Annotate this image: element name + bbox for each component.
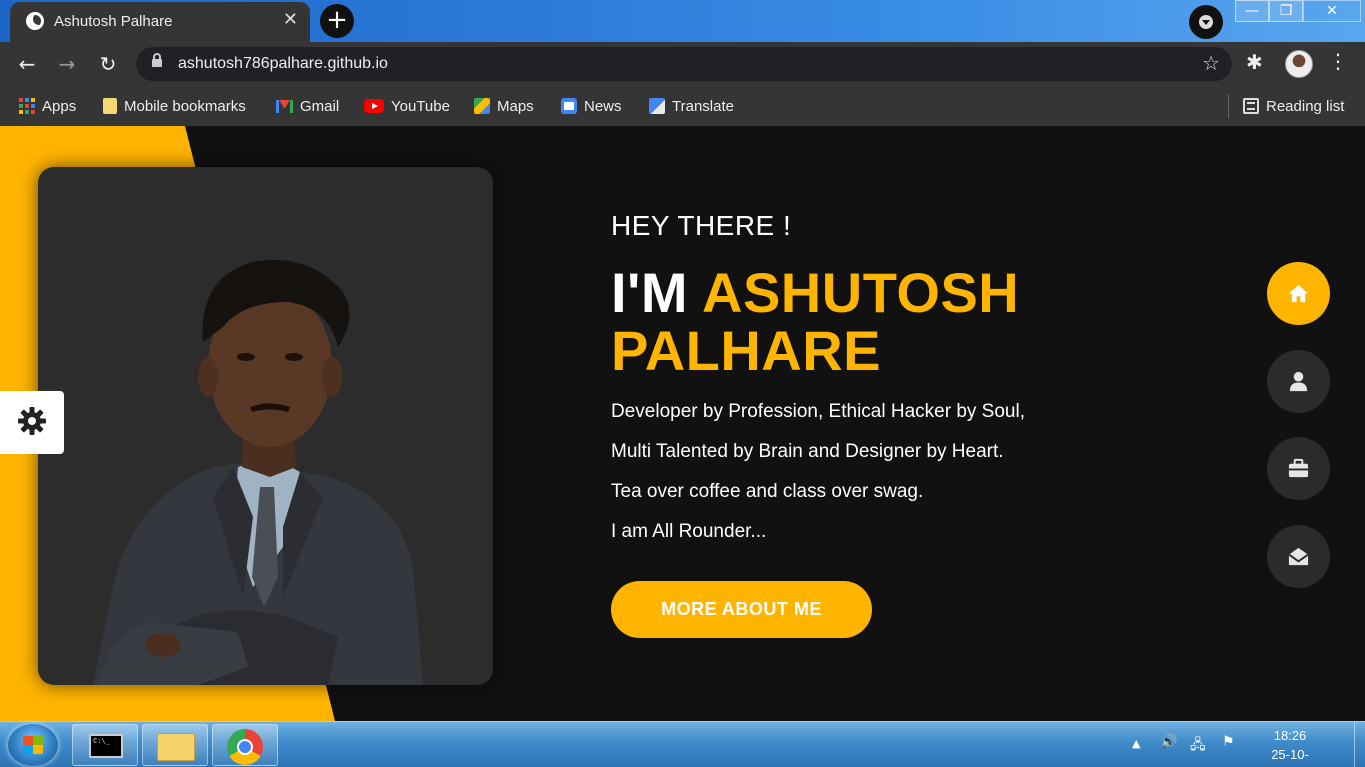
bio-line: Developer by Profession, Ethical Hacker … <box>611 401 1025 422</box>
nav-contact-button[interactable] <box>1267 525 1330 588</box>
apps-grid-icon <box>19 98 35 114</box>
url-text[interactable]: ashutosh786palhare.github.io <box>178 55 388 73</box>
command-prompt-icon <box>89 734 123 758</box>
tab-search-icon[interactable] <box>1189 5 1223 39</box>
bookmark-label: Apps <box>42 97 77 115</box>
action-center-flag-icon[interactable]: ⚑ <box>1222 734 1235 750</box>
forward-icon[interactable]: → <box>53 50 81 78</box>
network-icon[interactable]: 🖧 <box>1190 734 1206 758</box>
nav-home-button[interactable] <box>1267 262 1330 325</box>
show-hidden-icons[interactable]: ▲ <box>1132 737 1140 750</box>
portfolio-page: HEY THERE ! I'M ASHUTOSH PALHARE Develop… <box>0 126 1365 721</box>
reading-list-label: Reading list <box>1266 97 1345 115</box>
maps-icon <box>474 98 490 114</box>
globe-icon <box>26 12 44 30</box>
bookmark-label: Maps <box>497 97 534 115</box>
headline-name-first: ASHUTOSH <box>702 261 1020 324</box>
chrome-icon <box>227 729 263 765</box>
tab-strip: Ashutosh Palhare ✕ + — ❐ ✕ <box>0 0 1365 42</box>
clock-time: 18:26 <box>1273 728 1307 743</box>
bio-text: Developer by Profession, Ethical Hacker … <box>611 396 1131 556</box>
headline-name-last: PALHARE <box>611 319 882 382</box>
lock-icon[interactable] <box>152 53 162 67</box>
home-icon <box>1288 284 1309 303</box>
bio-line: I am All Rounder... <box>611 521 767 542</box>
address-bar[interactable]: ashutosh786palhare.github.io ☆ <box>136 47 1232 81</box>
extensions-icon[interactable]: ✱ <box>1246 50 1263 74</box>
bookmark-mobile-bookmarks[interactable]: Mobile bookmarks <box>103 96 246 116</box>
start-button[interactable] <box>8 724 58 766</box>
bookmark-label: Mobile bookmarks <box>124 97 246 115</box>
bookmark-star-icon[interactable]: ☆ <box>1202 51 1220 75</box>
folder-icon <box>103 98 117 114</box>
bookmark-translate[interactable]: Translate <box>649 96 734 116</box>
new-tab-button[interactable]: + <box>320 4 354 38</box>
bookmark-label: News <box>584 97 622 115</box>
envelope-open-icon <box>1288 547 1309 566</box>
bookmark-label: Translate <box>672 97 734 115</box>
volume-icon[interactable]: 🔊 <box>1160 734 1177 750</box>
headline-im: I'M <box>611 261 689 324</box>
minimize-button[interactable]: — <box>1235 0 1269 22</box>
bookmarks-divider <box>1228 94 1229 118</box>
bookmarks-bar: Apps Mobile bookmarks Gmail YouTube Maps… <box>0 86 1365 126</box>
windows-taskbar: ▲ 🔊 🖧 ⚑ 18:26 25-10-2021 <box>0 721 1365 767</box>
taskbar-chrome[interactable] <box>212 724 278 766</box>
taskbar-command-prompt[interactable] <box>72 724 138 766</box>
reload-icon[interactable]: ↻ <box>94 50 122 78</box>
bookmark-news[interactable]: News <box>561 96 622 116</box>
more-about-me-button[interactable]: MORE ABOUT ME <box>611 581 872 638</box>
hero-headline: I'M ASHUTOSH PALHARE <box>611 264 1171 380</box>
profile-photo <box>93 260 423 685</box>
bookmark-apps[interactable]: Apps <box>19 96 76 116</box>
nav-about-button[interactable] <box>1267 350 1330 413</box>
close-tab-icon[interactable]: ✕ <box>283 9 298 30</box>
user-icon <box>1289 371 1308 392</box>
bookmark-label: YouTube <box>391 97 450 115</box>
briefcase-icon <box>1288 458 1309 478</box>
taskbar-windows-explorer[interactable] <box>142 724 208 766</box>
translate-icon <box>649 98 665 114</box>
bookmark-gmail[interactable]: Gmail <box>276 96 339 116</box>
browser-toolbar: ← → ↻ ashutosh786palhare.github.io ☆ ✱ ⋮ <box>0 42 1365 86</box>
bookmark-label: Gmail <box>300 97 340 115</box>
windows-explorer-icon <box>157 733 195 761</box>
nav-portfolio-button[interactable] <box>1267 437 1330 500</box>
gear-icon <box>18 407 46 435</box>
greeting-text: HEY THERE ! <box>611 210 792 241</box>
bio-line: Multi Talented by Brain and Designer by … <box>611 441 1004 462</box>
maximize-button[interactable]: ❐ <box>1269 0 1303 22</box>
profile-avatar[interactable] <box>1285 50 1313 78</box>
menu-icon[interactable]: ⋮ <box>1328 49 1348 73</box>
settings-panel-toggle[interactable] <box>0 391 64 454</box>
back-icon[interactable]: ← <box>13 50 41 78</box>
gmail-icon <box>276 99 293 113</box>
close-window-button[interactable]: ✕ <box>1303 0 1361 22</box>
youtube-icon <box>364 99 384 113</box>
reading-list-button[interactable]: Reading list <box>1243 96 1344 116</box>
tab-title: Ashutosh Palhare <box>54 13 173 30</box>
windows-logo-icon <box>23 736 43 754</box>
show-desktop-button[interactable] <box>1354 722 1365 767</box>
bookmark-maps[interactable]: Maps <box>474 96 534 116</box>
system-clock[interactable]: 18:26 25-10-2021 <box>1258 726 1322 767</box>
browser-tab[interactable]: Ashutosh Palhare ✕ <box>10 2 310 42</box>
bookmark-youtube[interactable]: YouTube <box>364 96 450 116</box>
news-icon <box>561 98 577 114</box>
clock-date: 25-10-2021 <box>1271 747 1309 767</box>
reading-list-icon <box>1243 98 1259 114</box>
bio-line: Tea over coffee and class over swag. <box>611 481 924 502</box>
profile-photo-card <box>38 167 493 685</box>
